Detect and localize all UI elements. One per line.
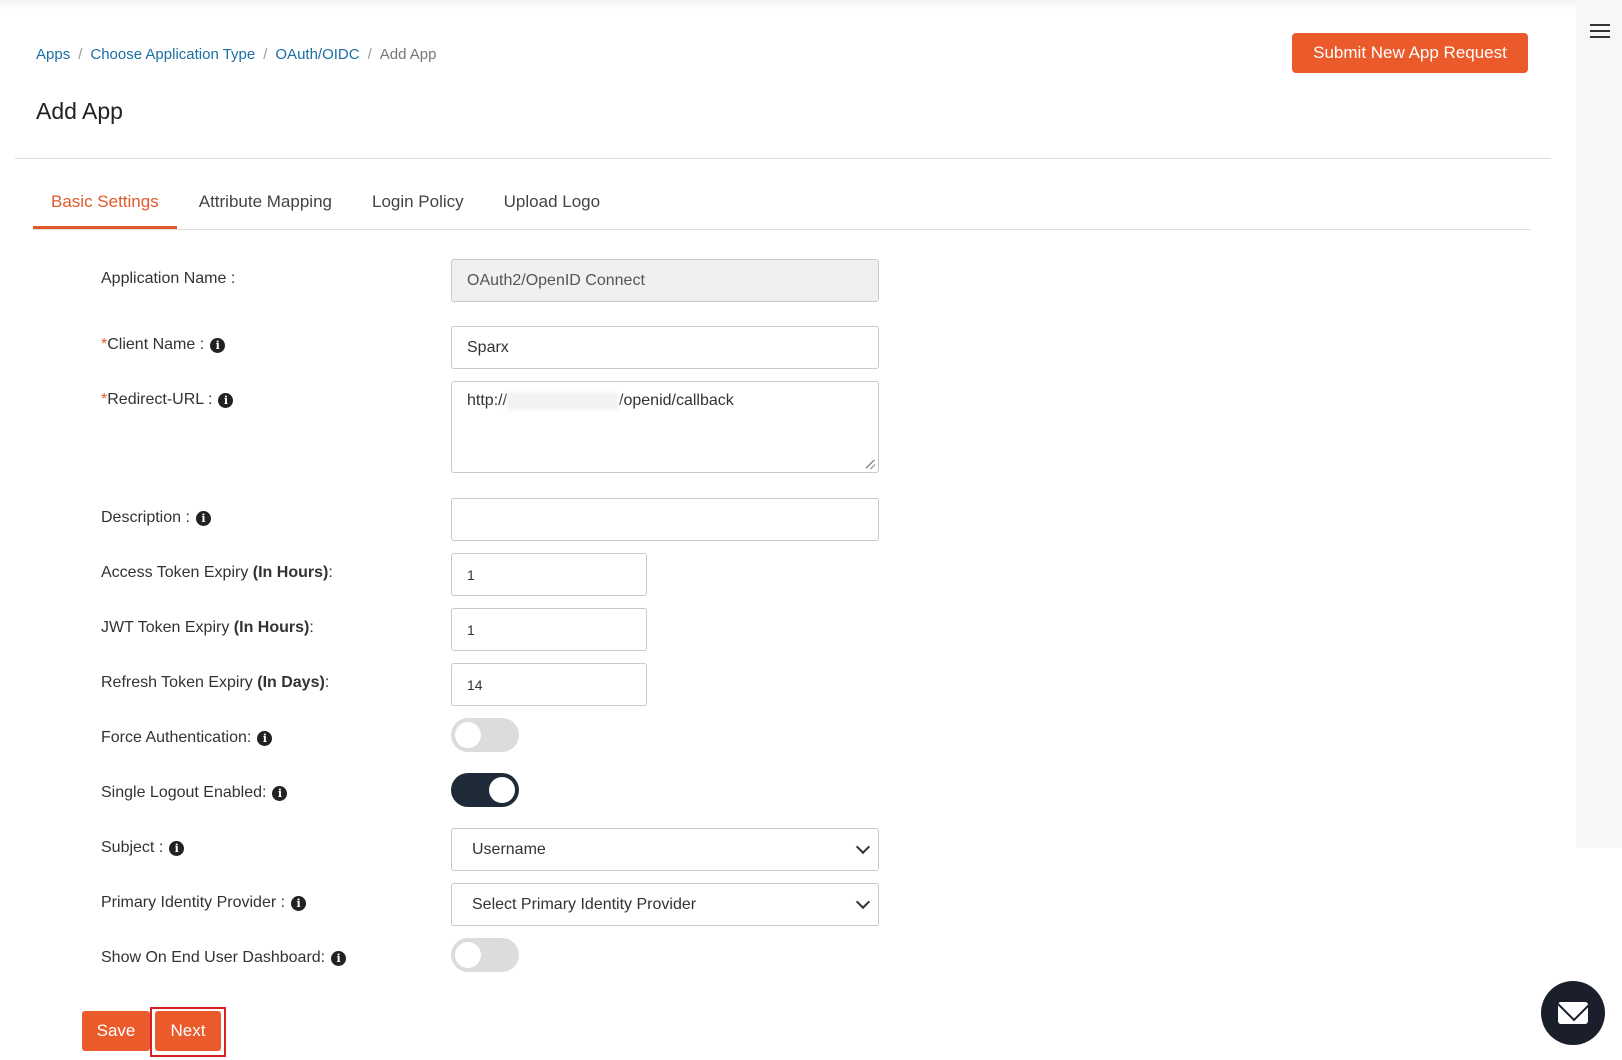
subject-selected-value: Username bbox=[472, 840, 546, 858]
breadcrumb-separator: / bbox=[263, 46, 268, 63]
redirect-url-suffix: /openid/callback bbox=[619, 392, 734, 410]
access-token-unit: (In Hours) bbox=[252, 564, 329, 581]
subject-label: Subject : i bbox=[101, 839, 185, 857]
primary-idp-selected-value: Select Primary Identity Provider bbox=[472, 895, 697, 913]
submit-new-app-request-button[interactable]: Submit New App Request bbox=[1292, 33, 1528, 73]
primary-idp-label: Primary Identity Provider : i bbox=[101, 894, 307, 912]
breadcrumb-oauth-oidc[interactable]: OAuth/OIDC bbox=[275, 46, 359, 63]
breadcrumb-choose-app-type[interactable]: Choose Application Type bbox=[90, 46, 255, 63]
description-label-text: Description : bbox=[101, 509, 190, 526]
mail-icon[interactable] bbox=[1541, 981, 1605, 1045]
refresh-token-expiry-label: Refresh Token Expiry (In Days): bbox=[101, 674, 329, 692]
show-dashboard-label-text: Show On End User Dashboard: bbox=[101, 949, 326, 966]
info-icon[interactable]: i bbox=[210, 337, 226, 353]
next-button[interactable]: Next bbox=[155, 1011, 221, 1051]
refresh-token-value: 14 bbox=[467, 676, 483, 693]
tab-upload-logo[interactable]: Upload Logo bbox=[486, 188, 618, 228]
jwt-token-unit: (In Hours) bbox=[233, 619, 310, 636]
description-input[interactable] bbox=[451, 498, 879, 541]
hamburger-icon[interactable] bbox=[1590, 24, 1610, 40]
redirect-url-label: * Redirect-URL : i bbox=[101, 391, 234, 409]
subject-select[interactable]: Username bbox=[451, 828, 879, 871]
tab-bar: Basic Settings Attribute Mapping Login P… bbox=[33, 188, 1531, 230]
breadcrumb-current: Add App bbox=[379, 46, 437, 63]
colon: : bbox=[328, 564, 333, 581]
header-divider bbox=[15, 158, 1551, 159]
info-icon[interactable]: i bbox=[291, 895, 307, 911]
colon: : bbox=[309, 619, 314, 636]
resize-handle-icon[interactable] bbox=[866, 460, 875, 469]
single-logout-label-text: Single Logout Enabled: bbox=[101, 784, 267, 801]
breadcrumb-separator: / bbox=[367, 46, 372, 63]
force-authentication-label-text: Force Authentication: bbox=[101, 729, 252, 746]
breadcrumb: Apps / Choose Application Type / OAuth/OID… bbox=[36, 46, 436, 63]
envelope-icon bbox=[1558, 1002, 1588, 1024]
tab-login-policy[interactable]: Login Policy bbox=[354, 188, 482, 228]
refresh-token-label-text: Refresh Token Expiry bbox=[101, 674, 253, 691]
force-authentication-toggle[interactable] bbox=[451, 718, 519, 752]
application-name-input[interactable]: OAuth2/OpenID Connect bbox=[451, 259, 879, 302]
jwt-token-expiry-label: JWT Token Expiry (In Hours): bbox=[101, 619, 314, 637]
access-token-label-text: Access Token Expiry bbox=[101, 564, 249, 581]
jwt-token-expiry-input[interactable]: 1 bbox=[451, 608, 647, 651]
single-logout-toggle[interactable] bbox=[451, 773, 519, 807]
primary-idp-select[interactable]: Select Primary Identity Provider bbox=[451, 883, 879, 926]
access-token-value: 1 bbox=[467, 566, 475, 583]
chevron-down-icon bbox=[855, 839, 871, 855]
jwt-token-value: 1 bbox=[467, 621, 475, 638]
jwt-token-label-text: JWT Token Expiry bbox=[101, 619, 230, 636]
refresh-token-expiry-input[interactable]: 14 bbox=[451, 663, 647, 706]
save-button[interactable]: Save bbox=[82, 1011, 150, 1051]
tab-basic-settings[interactable]: Basic Settings bbox=[33, 188, 177, 229]
subject-label-text: Subject : bbox=[101, 839, 164, 856]
client-name-input[interactable]: Sparx bbox=[451, 326, 879, 369]
redirect-url-label-text: Redirect-URL : bbox=[107, 391, 213, 408]
access-token-expiry-input[interactable]: 1 bbox=[451, 553, 647, 596]
client-name-label: * Client Name : i bbox=[101, 336, 226, 354]
application-name-label: Application Name : bbox=[101, 270, 235, 288]
info-icon[interactable]: i bbox=[195, 510, 211, 526]
client-name-value: Sparx bbox=[467, 338, 509, 356]
colon: : bbox=[324, 674, 330, 691]
info-icon[interactable]: i bbox=[218, 392, 234, 408]
redacted-host bbox=[507, 392, 620, 410]
single-logout-label: Single Logout Enabled: i bbox=[101, 784, 288, 802]
toggle-knob bbox=[455, 942, 481, 968]
redirect-url-prefix: http:// bbox=[467, 392, 508, 410]
show-dashboard-label: Show On End User Dashboard: i bbox=[101, 949, 347, 967]
description-label: Description : i bbox=[101, 509, 211, 527]
refresh-token-unit: (In Days) bbox=[257, 674, 325, 691]
breadcrumb-apps[interactable]: Apps bbox=[36, 46, 70, 63]
redirect-url-textarea[interactable]: http:// /openid/callback bbox=[451, 381, 879, 473]
page-title: Add App bbox=[36, 98, 123, 124]
info-icon[interactable]: i bbox=[272, 785, 288, 801]
top-shadow bbox=[0, 0, 1576, 10]
toggle-knob bbox=[455, 722, 481, 748]
breadcrumb-separator: / bbox=[78, 46, 83, 63]
chevron-down-icon bbox=[855, 894, 871, 910]
toggle-knob bbox=[489, 777, 515, 803]
force-authentication-label: Force Authentication: i bbox=[101, 729, 273, 747]
client-name-label-text: Client Name : bbox=[107, 336, 205, 353]
primary-idp-label-text: Primary Identity Provider : bbox=[101, 894, 286, 911]
info-icon[interactable]: i bbox=[331, 950, 347, 966]
info-icon[interactable]: i bbox=[257, 730, 273, 746]
info-icon[interactable]: i bbox=[169, 840, 185, 856]
show-dashboard-toggle[interactable] bbox=[451, 938, 519, 972]
application-name-label-text: Application Name : bbox=[101, 270, 236, 287]
right-sidebar-strip bbox=[1576, 0, 1622, 848]
tab-attribute-mapping[interactable]: Attribute Mapping bbox=[181, 188, 350, 228]
access-token-expiry-label: Access Token Expiry (In Hours): bbox=[101, 564, 333, 582]
application-name-value: OAuth2/OpenID Connect bbox=[467, 271, 645, 289]
